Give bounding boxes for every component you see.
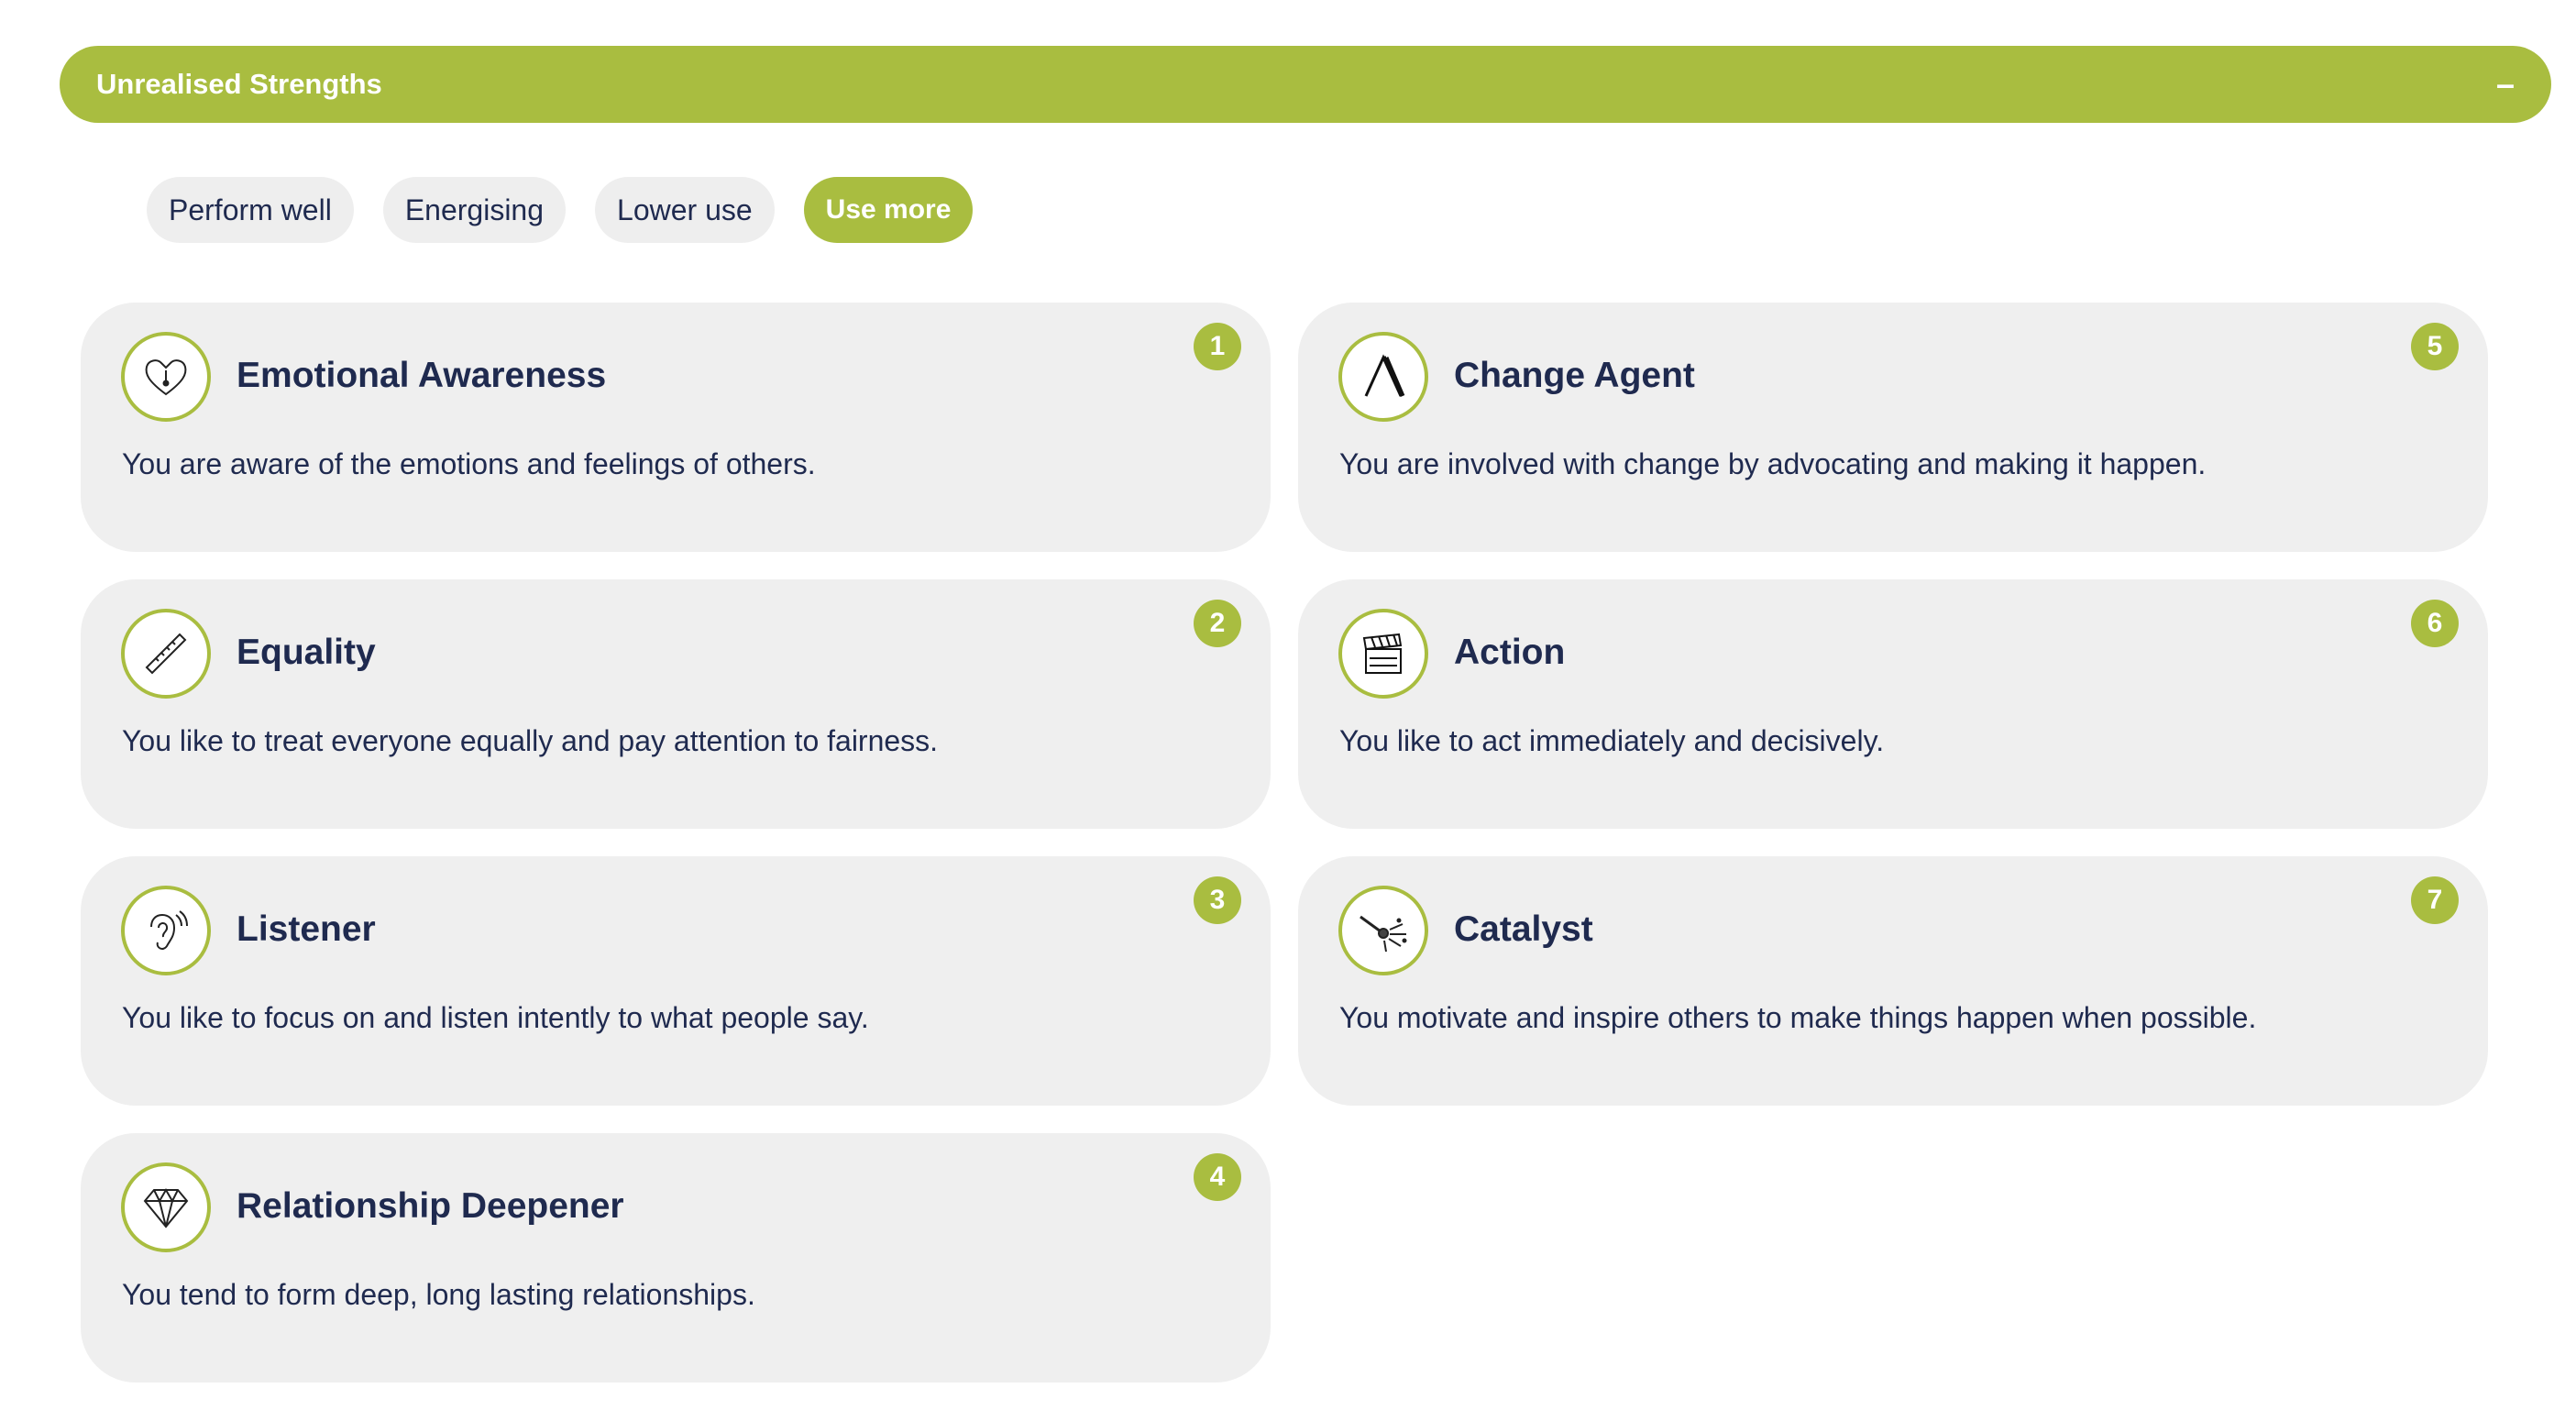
rank-badge: 7 (2411, 876, 2459, 924)
rank-badge: 2 (1194, 600, 1241, 647)
section-header[interactable]: Unrealised Strengths – (60, 46, 2551, 123)
clapperboard-icon (1338, 609, 1428, 699)
strength-description: You are involved with change by advocati… (1339, 447, 2207, 480)
strength-card-action[interactable]: Action You like to act immediately and d… (1298, 579, 2488, 829)
strength-title: Relationship Deepener (237, 1186, 624, 1226)
strength-card-relationship-deepener[interactable]: Relationship Deepener You tend to form d… (81, 1133, 1271, 1382)
rank-badge: 5 (2411, 323, 2459, 370)
strength-description: You motivate and inspire others to make … (1339, 1001, 2257, 1034)
strength-title: Equality (237, 633, 376, 672)
strength-description: You tend to form deep, long lasting rela… (122, 1278, 755, 1311)
ear-icon (121, 886, 211, 975)
strength-title: Emotional Awareness (237, 356, 607, 395)
ruler-icon (121, 609, 211, 699)
filter-perform-well[interactable]: Perform well (147, 177, 354, 243)
rank-badge: 6 (2411, 600, 2459, 647)
strength-title: Catalyst (1454, 909, 1593, 949)
filter-tabs: Perform well Energising Lower use Use mo… (147, 177, 974, 243)
heart-thermometer-icon (121, 332, 211, 422)
strengths-grid: Emotional Awareness You are aware of the… (81, 303, 2488, 1384)
strength-title: Listener (237, 909, 376, 949)
filter-lower-use[interactable]: Lower use (595, 177, 775, 243)
strength-description: You like to treat everyone equally and p… (122, 724, 939, 757)
filter-energising[interactable]: Energising (382, 177, 567, 243)
strength-card-emotional-awareness[interactable]: Emotional Awareness You are aware of the… (81, 303, 1271, 552)
rank-badge: 4 (1194, 1153, 1241, 1201)
section-title: Unrealised Strengths (96, 68, 382, 100)
delta-icon (1338, 332, 1428, 422)
strength-description: You like to act immediately and decisive… (1339, 724, 1885, 757)
filter-use-more[interactable]: Use more (803, 177, 974, 243)
strength-description: You like to focus on and listen intently… (122, 1001, 869, 1034)
diamond-icon (121, 1162, 211, 1252)
strength-card-change-agent[interactable]: Change Agent You are involved with chang… (1298, 303, 2488, 552)
collapse-icon[interactable]: – (2496, 68, 2515, 101)
rank-badge: 3 (1194, 876, 1241, 924)
strength-card-listener[interactable]: Listener You like to focus on and listen… (81, 856, 1271, 1106)
strength-title: Action (1454, 633, 1566, 672)
strength-title: Change Agent (1454, 356, 1695, 395)
strength-card-catalyst[interactable]: Catalyst You motivate and inspire others… (1298, 856, 2488, 1106)
rank-badge: 1 (1194, 323, 1241, 370)
strength-description: You are aware of the emotions and feelin… (122, 447, 816, 480)
strength-card-equality[interactable]: Equality You like to treat everyone equa… (81, 579, 1271, 829)
match-spark-icon (1338, 886, 1428, 975)
